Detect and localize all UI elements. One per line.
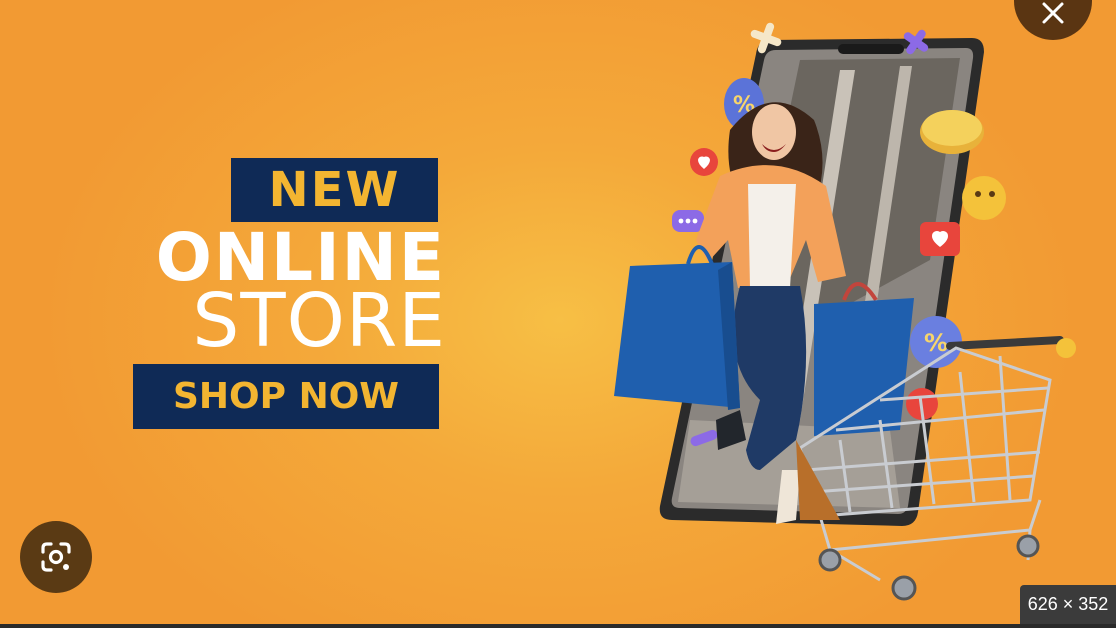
heart-message-icon <box>920 222 960 256</box>
bottom-edge <box>0 624 1116 628</box>
shopping-illustration: % % <box>614 22 1076 601</box>
google-lens-icon <box>41 542 71 572</box>
chat-bubble-icon <box>672 210 704 232</box>
close-icon <box>1042 2 1064 24</box>
image-dimensions-badge: 626 × 352 <box>1020 585 1116 624</box>
gold-coin-icon <box>920 110 984 154</box>
shopping-bag-right <box>814 282 914 436</box>
shopping-bag-left <box>614 245 740 410</box>
heart-bubble-icon <box>690 148 718 176</box>
store-banner-image: NEW ONLINE STORE SHOP NOW % % <box>0 0 1116 624</box>
new-tag: NEW <box>231 158 438 222</box>
shop-now-banner-label: SHOP NOW <box>133 364 439 429</box>
emoji-icon <box>962 176 1006 220</box>
google-lens-button[interactable] <box>20 521 92 593</box>
svg-text:%: % <box>924 329 948 357</box>
store-heading: STORE <box>192 278 446 364</box>
